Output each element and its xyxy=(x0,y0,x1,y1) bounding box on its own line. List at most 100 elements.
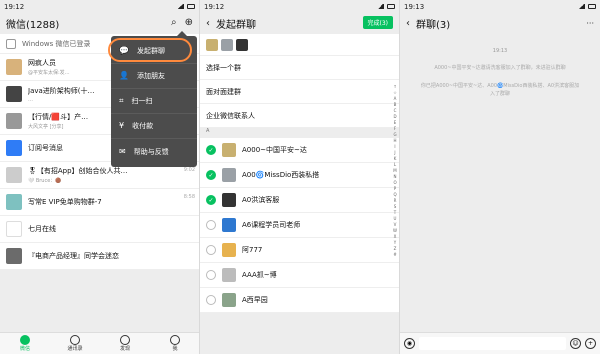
tab-item[interactable]: 我 xyxy=(155,335,195,352)
tab-bar: 微信 通讯录 发现 我 xyxy=(0,332,199,354)
checked-icon[interactable]: ✓ xyxy=(206,195,216,205)
menu-item[interactable]: ✉ 帮助与反馈 xyxy=(111,139,197,164)
contact-avatar xyxy=(222,143,236,157)
section-row[interactable]: 选择一个群 xyxy=(200,56,399,80)
chat-preview: 大风文亭 [分享] xyxy=(28,124,64,130)
chat-row[interactable]: 写常E VIP免单购物群-7 8:58 xyxy=(0,189,199,216)
contact-row[interactable]: A6课程学员司老师 xyxy=(200,213,399,238)
checked-icon[interactable]: ✓ xyxy=(206,170,216,180)
page-title: 发起群聊 xyxy=(216,20,256,31)
status-time: 19:12 xyxy=(204,2,225,11)
battery-icon xyxy=(187,4,195,9)
menu-item[interactable]: 💬 发起群聊 xyxy=(111,39,197,64)
screen-chat-list: 19:12 微信(1288) ⌕ ⊕ Windows 微信已登录 网疯人员 @平… xyxy=(0,0,200,354)
contact-avatar xyxy=(222,293,236,307)
section-label: 选择一个群 xyxy=(206,63,241,72)
chat-name: 七月在线 xyxy=(28,224,56,233)
screen-group-chat: 19:13 ‹ 群聊(3) ··· 19:13 A000~中国平安~达邀请洗客服… xyxy=(400,0,600,354)
section-row[interactable]: 企业微信联系人 xyxy=(200,104,399,128)
chat-name: 订阅号消息 xyxy=(28,143,63,152)
status-icons xyxy=(177,4,195,9)
chat-row[interactable]: 七月在线 xyxy=(0,216,199,243)
payment-icon: ¥ xyxy=(119,121,125,130)
finish-button[interactable]: 完成(3) xyxy=(362,16,393,29)
status-bar: 19:12 xyxy=(0,0,199,13)
menu-item-label: 收付款 xyxy=(132,122,154,130)
contact-row[interactable]: ✓ A00🌀MissDio西装私搭 xyxy=(200,163,399,188)
system-message: 你已把A000~中国平安~达、A00🌀MissDio西装私搭、A0洪滨客服加入了… xyxy=(420,83,580,97)
contact-row[interactable]: ✓ A0洪滨客服 xyxy=(200,188,399,213)
menu-item[interactable]: ¥ 收付款 xyxy=(111,114,197,139)
menu-item-label: 发起群聊 xyxy=(136,47,165,55)
chat-preview: @平安车太保:发… xyxy=(28,70,70,76)
chat-row[interactable]: 『电商产品经理』同学会迷恋 xyxy=(0,243,199,270)
emoji-icon[interactable]: ☺ xyxy=(570,338,581,349)
chat-timestamp: 19:13 xyxy=(492,48,508,54)
message-input[interactable] xyxy=(419,337,566,350)
more-dots-icon[interactable]: ··· xyxy=(586,17,594,31)
menu-item[interactable]: ⌗ 扫一扫 xyxy=(111,89,197,114)
contact-name: 阿777 xyxy=(242,246,263,254)
unchecked-icon[interactable] xyxy=(206,270,216,280)
unchecked-icon[interactable] xyxy=(206,295,216,305)
tab-item[interactable]: 微信 xyxy=(5,335,45,352)
section-row[interactable]: 面对面建群 xyxy=(200,80,399,104)
contact-row[interactable]: A西早园 xyxy=(200,288,399,313)
plus-menu: 💬 发起群聊 👤 添加朋友 ⌗ 扫一扫 ¥ 收付款 ✉ 帮助与反馈 xyxy=(111,31,197,167)
search-icon[interactable]: ⌕ xyxy=(171,16,177,30)
tab-icon xyxy=(20,335,30,345)
menu-item-label: 帮助与反馈 xyxy=(133,147,169,156)
plus-icon[interactable]: + xyxy=(585,338,596,349)
contact-avatar xyxy=(222,268,236,282)
selected-avatar[interactable] xyxy=(206,38,218,51)
scan-icon: ⌗ xyxy=(119,96,124,105)
status-bar: 19:12 xyxy=(200,0,399,13)
chat-name: 写常E VIP免单购物群-7 xyxy=(28,197,102,206)
voice-icon[interactable]: ◉ xyxy=(404,338,415,349)
chat-name: 【行情/🟥斗】产… xyxy=(28,113,89,121)
back-icon[interactable]: ‹ xyxy=(206,17,210,31)
unchecked-icon[interactable] xyxy=(206,245,216,255)
back-icon[interactable]: ‹ xyxy=(406,17,410,31)
contact-avatar xyxy=(222,243,236,257)
composer-bar: ◉ ☺ + xyxy=(400,332,600,354)
unchecked-icon[interactable] xyxy=(206,220,216,230)
section-label: 面对面建群 xyxy=(206,87,241,96)
windows-login-text: Windows 微信已登录 xyxy=(22,39,91,48)
status-icons xyxy=(578,4,596,9)
more-icon[interactable]: ⊕ xyxy=(185,16,193,30)
contact-avatar xyxy=(222,193,236,207)
tab-label: 通讯录 xyxy=(67,346,83,352)
battery-icon xyxy=(387,4,395,9)
tab-label: 发现 xyxy=(119,346,130,352)
selected-avatar[interactable] xyxy=(236,38,248,51)
system-message: A000~中国平安~达邀请洗客服加入了群聊，未进驻认群聊 xyxy=(434,65,566,71)
chat-preview: 🤍 Bruce：🟤 xyxy=(28,178,62,184)
chat-avatar xyxy=(6,113,22,129)
windows-icon xyxy=(6,38,16,49)
contact-name: A西早园 xyxy=(242,296,268,304)
tab-label: 微信 xyxy=(19,346,30,352)
alphabet-index[interactable]: ↑ ☆ A B C D E F G H I J K L M N O P Q R S T U V W X Y Z # xyxy=(393,84,397,258)
status-bar: 19:13 xyxy=(400,0,600,13)
status-time: 19:13 xyxy=(404,2,425,11)
chat-avatar xyxy=(6,167,22,183)
contact-row[interactable]: ✓ A000~中国平安~达 xyxy=(200,138,399,163)
contact-row[interactable]: 阿777 xyxy=(200,238,399,263)
letter-header: A xyxy=(200,128,399,138)
signal-icon xyxy=(578,4,585,9)
tab-item[interactable]: 发现 xyxy=(105,335,145,352)
status-icons xyxy=(377,4,395,9)
chat-avatar xyxy=(6,221,22,237)
selected-avatar[interactable] xyxy=(221,38,233,51)
contact-name: A6课程学员司老师 xyxy=(242,221,301,229)
screen-create-group: 19:12 ‹ 发起群聊 完成(3) 选择一个群面对面建群企业微信联系人 A ✓… xyxy=(200,0,400,354)
menu-item[interactable]: 👤 添加朋友 xyxy=(111,64,197,89)
tab-item[interactable]: 通讯录 xyxy=(55,335,95,352)
contact-row[interactable]: AAA抓~博 xyxy=(200,263,399,288)
selected-avatars xyxy=(200,34,399,56)
app-title: 微信(1288) xyxy=(6,20,60,31)
contact-list: ✓ A000~中国平安~达 ✓ A00🌀MissDio西装私搭 ✓ A0洪滨客服… xyxy=(200,138,399,313)
contact-avatar xyxy=(222,218,236,232)
checked-icon[interactable]: ✓ xyxy=(206,145,216,155)
